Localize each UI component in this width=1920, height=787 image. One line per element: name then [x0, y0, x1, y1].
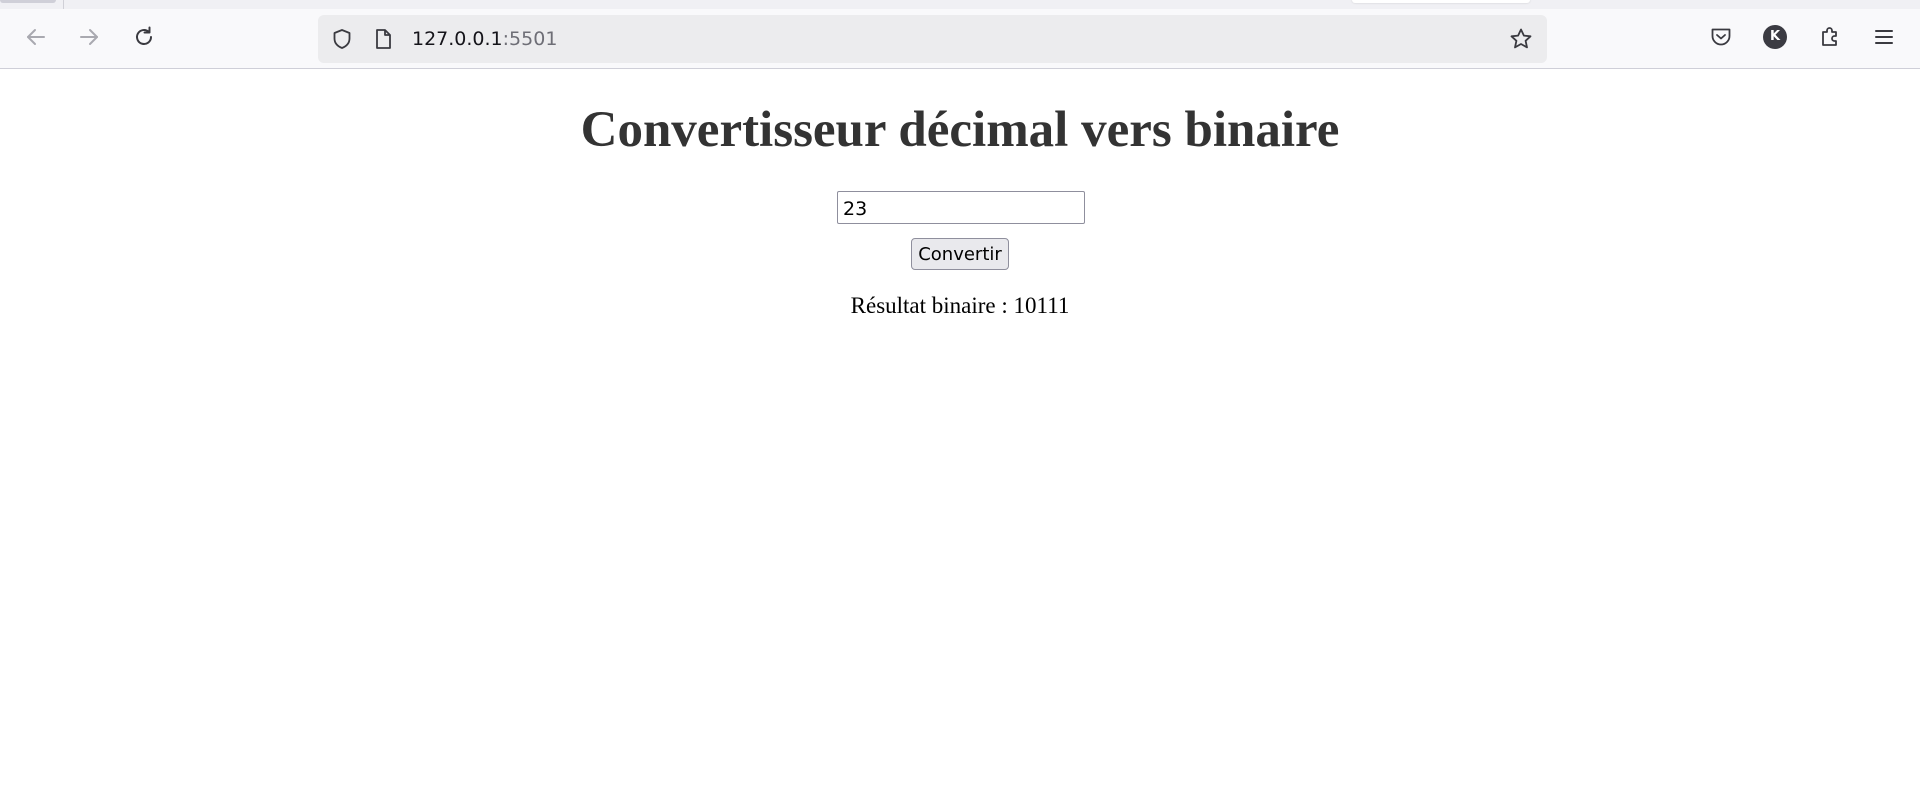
url-text[interactable]: 127.0.0.1:5501 — [412, 28, 557, 50]
tab-active[interactable] — [1352, 0, 1530, 3]
page-title: Convertisseur décimal vers binaire — [580, 102, 1340, 158]
page-content: Convertisseur décimal vers binaire Conve… — [0, 70, 1920, 787]
tab-left[interactable] — [0, 0, 56, 3]
tab-separator — [63, 0, 64, 9]
pocket-icon — [1709, 25, 1733, 49]
avatar: K — [1763, 25, 1787, 49]
back-button[interactable] — [18, 19, 54, 55]
url-host: 127.0.0.1 — [412, 28, 503, 50]
puzzle-icon — [1818, 25, 1842, 49]
url-port: :5501 — [502, 28, 558, 50]
url-bar[interactable]: 127.0.0.1:5501 — [318, 15, 1547, 63]
menu-button[interactable] — [1866, 19, 1902, 55]
reload-button[interactable] — [126, 19, 162, 55]
forward-button[interactable] — [71, 19, 107, 55]
document-icon[interactable] — [371, 27, 395, 51]
shield-icon[interactable] — [330, 27, 354, 51]
extensions-button[interactable] — [1812, 19, 1848, 55]
star-icon[interactable] — [1509, 27, 1533, 51]
decimal-input[interactable] — [837, 191, 1085, 224]
hamburger-menu-icon — [1873, 26, 1895, 48]
result-label: Résultat binaire : — [850, 293, 1014, 318]
reload-icon — [132, 25, 156, 49]
pocket-button[interactable] — [1703, 19, 1739, 55]
arrow-left-icon — [25, 26, 47, 48]
browser-toolbar: 127.0.0.1:5501 K — [0, 9, 1920, 69]
result-text: Résultat binaire : 10111 — [0, 292, 1920, 320]
account-button[interactable]: K — [1757, 19, 1793, 55]
arrow-right-icon — [78, 26, 100, 48]
convert-button[interactable]: Convertir — [911, 238, 1009, 270]
tab-strip — [0, 0, 1920, 9]
result-value: 10111 — [1013, 293, 1070, 318]
